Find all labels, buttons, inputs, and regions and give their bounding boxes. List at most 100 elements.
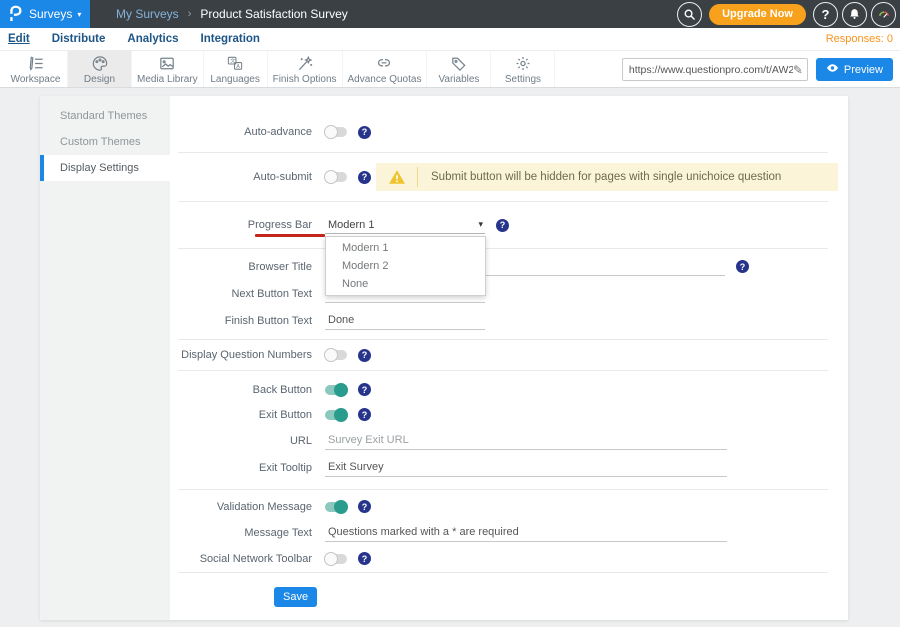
warning-triangle-icon	[376, 167, 418, 187]
display-question-numbers-toggle[interactable]	[325, 350, 347, 360]
exit-button-toggle[interactable]	[325, 410, 347, 420]
finish-button-text-label: Finish Button Text	[170, 315, 325, 327]
finish-button-text-row: Finish Button Text	[170, 307, 848, 334]
finish-button-text-input[interactable]	[325, 312, 485, 330]
chevron-down-icon: ▾	[478, 219, 485, 230]
exit-url-row: URL	[170, 427, 848, 454]
auto-submit-toggle[interactable]	[325, 172, 347, 182]
back-button-help-icon[interactable]: ?	[358, 383, 371, 396]
eye-icon	[826, 63, 839, 76]
next-button-text-label: Next Button Text	[170, 288, 325, 300]
sidebar-item-display-settings[interactable]: Display Settings	[40, 155, 170, 181]
nav-tab-distribute[interactable]: Distribute	[52, 33, 106, 45]
toolbar-tab-design[interactable]: Design	[68, 51, 132, 87]
social-network-toolbar-toggle[interactable]	[325, 554, 347, 564]
variables-icon	[449, 54, 469, 73]
toolbar-tab-label: Design	[84, 74, 115, 85]
product-switcher[interactable]: Surveys ▾	[0, 0, 90, 28]
dropdown-option-modern-2[interactable]: Modern 2	[326, 257, 485, 275]
toolbar-tab-advance-quotas[interactable]: Advance Quotas	[343, 51, 428, 87]
page-body: Standard Themes Custom Themes Display Se…	[0, 88, 900, 620]
nav-tab-integration[interactable]: Integration	[201, 33, 260, 45]
advance-quotas-icon	[374, 54, 394, 73]
warning-text: Submit button will be hidden for pages w…	[418, 171, 781, 183]
edit-toolbar: Workspace Design Media Library 文 A	[0, 50, 900, 88]
settings-icon	[513, 54, 533, 73]
bell-icon[interactable]	[842, 2, 867, 27]
progress-bar-help-icon[interactable]: ?	[496, 219, 509, 232]
toolbar-tab-label: Variables	[438, 74, 479, 85]
toolbar-tab-variables[interactable]: Variables	[427, 51, 491, 87]
page-title: Product Satisfaction Survey	[200, 7, 347, 21]
finish-options-icon	[295, 54, 315, 73]
display-question-numbers-label: Display Question Numbers	[170, 349, 325, 361]
social-network-toolbar-row: Social Network Toolbar ?	[170, 546, 848, 571]
edit-url-icon[interactable]: ✎	[793, 63, 803, 77]
top-bar: Surveys ▾ My Surveys › Product Satisfact…	[0, 0, 900, 28]
toolbar-right: ✎ Preview	[622, 58, 893, 81]
preview-button[interactable]: Preview	[816, 58, 893, 81]
toolbar-tab-workspace[interactable]: Workspace	[4, 51, 68, 87]
next-button-text-row: Next Button Text	[170, 280, 848, 307]
exit-button-help-icon[interactable]: ?	[358, 408, 371, 421]
message-text-row: Message Text	[170, 519, 848, 546]
exit-button-label: Exit Button	[170, 409, 325, 421]
auto-submit-help-icon[interactable]: ?	[358, 171, 371, 184]
upgrade-now-button[interactable]: Upgrade Now	[709, 4, 806, 25]
svg-text:A: A	[237, 64, 241, 70]
chevron-down-icon: ▾	[77, 10, 81, 19]
browser-title-help-icon[interactable]: ?	[736, 260, 749, 273]
nav-tab-edit[interactable]: Edit	[8, 33, 30, 45]
exit-url-input[interactable]	[325, 432, 727, 450]
back-button-row: Back Button ?	[170, 377, 848, 402]
survey-url-input[interactable]	[629, 64, 793, 76]
validation-message-toggle[interactable]	[325, 502, 347, 512]
message-text-input[interactable]	[325, 524, 727, 542]
toolbar-tab-settings[interactable]: Settings	[491, 51, 555, 87]
toolbar-tab-label: Media Library	[137, 74, 198, 85]
toolbar-tab-label: Finish Options	[273, 74, 337, 85]
validation-message-label: Validation Message	[170, 501, 325, 513]
browser-title-row: Browser Title ?	[170, 253, 848, 280]
back-button-toggle[interactable]	[325, 385, 347, 395]
help-icon[interactable]: ?	[813, 2, 838, 27]
languages-icon: 文 A	[225, 54, 245, 73]
display-question-numbers-help-icon[interactable]: ?	[358, 349, 371, 362]
design-panel: Standard Themes Custom Themes Display Se…	[40, 96, 848, 620]
dropdown-option-modern-1[interactable]: Modern 1	[326, 239, 485, 257]
exit-tooltip-input[interactable]	[325, 459, 727, 477]
workspace-icon	[26, 54, 46, 73]
breadcrumb-parent[interactable]: My Surveys	[116, 7, 179, 21]
social-network-toolbar-help-icon[interactable]: ?	[358, 552, 371, 565]
gauge-icon[interactable]	[871, 2, 896, 27]
search-icon[interactable]	[677, 2, 702, 27]
auto-submit-label: Auto-submit	[170, 171, 325, 183]
browser-title-label: Browser Title	[170, 261, 325, 273]
sidebar-item-standard-themes[interactable]: Standard Themes	[40, 103, 170, 129]
progress-bar-selected-value: Modern 1	[325, 219, 478, 231]
progress-bar-select[interactable]: Modern 1 ▾ Modern 1 Modern 2 None	[325, 216, 485, 234]
design-sidebar: Standard Themes Custom Themes Display Se…	[40, 96, 170, 620]
toolbar-tab-label: Settings	[505, 74, 541, 85]
survey-nav: Edit Distribute Analytics Integration Re…	[0, 28, 900, 50]
questionpro-logo-icon	[7, 4, 23, 25]
responses-count[interactable]: Responses: 0	[826, 33, 893, 45]
media-library-icon	[157, 54, 177, 73]
progress-bar-dropdown: Modern 1 Modern 2 None	[325, 236, 486, 296]
toolbar-tab-languages[interactable]: 文 A Languages	[204, 51, 268, 87]
dropdown-option-none[interactable]: None	[326, 275, 485, 293]
validation-message-help-icon[interactable]: ?	[358, 500, 371, 513]
validation-message-row: Validation Message ?	[170, 494, 848, 519]
sidebar-item-custom-themes[interactable]: Custom Themes	[40, 129, 170, 155]
survey-url-box: ✎	[622, 58, 808, 81]
toolbar-tab-finish-options[interactable]: Finish Options	[268, 51, 343, 87]
toolbar-tab-media-library[interactable]: Media Library	[132, 51, 204, 87]
auto-advance-toggle[interactable]	[325, 127, 347, 137]
nav-tab-analytics[interactable]: Analytics	[127, 33, 178, 45]
display-settings-form: Auto-advance ? Auto-submit ?	[170, 96, 848, 620]
auto-advance-label: Auto-advance	[170, 126, 325, 138]
save-button[interactable]: Save	[274, 587, 317, 607]
topbar-actions: Upgrade Now ?	[677, 0, 896, 28]
annotation-red-underline	[255, 234, 325, 237]
auto-advance-help-icon[interactable]: ?	[358, 126, 371, 139]
